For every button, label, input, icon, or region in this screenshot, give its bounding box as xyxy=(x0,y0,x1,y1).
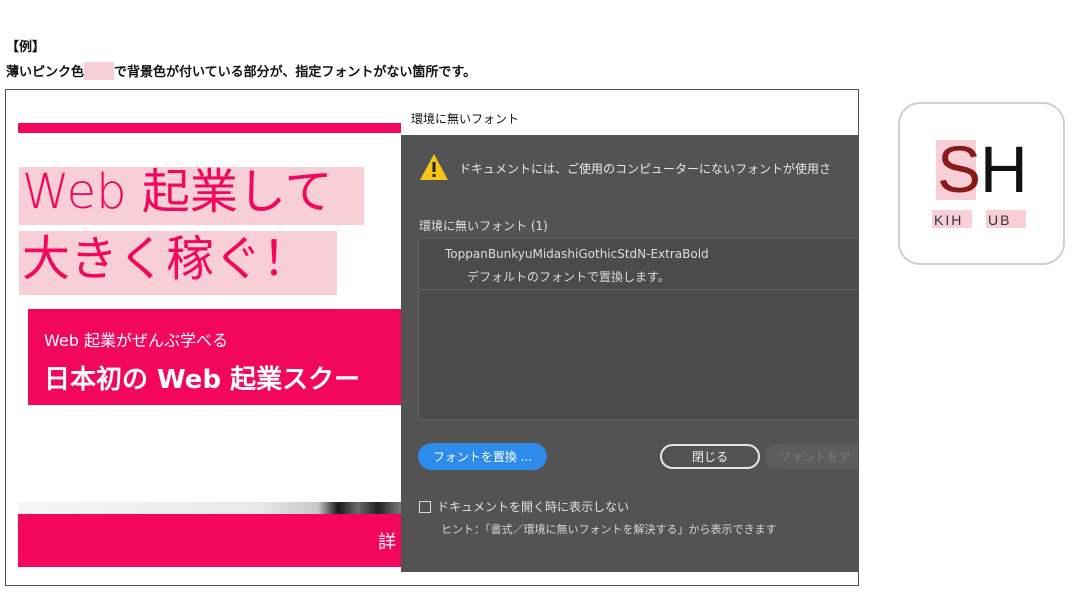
cta-banner: 詳 xyxy=(18,514,418,567)
list-divider xyxy=(419,289,858,290)
warning-message: ドキュメントには、ご使用のコンピューターにないフォントが使用さ xyxy=(459,162,832,176)
missing-fonts-list[interactable]: ToppanBunkyuMidashiGothicStdN-ExtraBold … xyxy=(418,238,858,420)
dialog-title: 環境に無いフォント xyxy=(411,112,520,126)
promo-subtitle: Web 起業がぜんぶ学べる xyxy=(44,331,228,350)
replace-fonts-button[interactable]: フォントを置換 ... xyxy=(418,443,547,470)
cta-label: 詳 xyxy=(378,532,396,553)
warning-icon xyxy=(420,154,448,180)
promo-band: Web 起業がぜんぶ学べる 日本初の Web 起業スクー xyxy=(28,309,428,405)
pink-top-bar xyxy=(18,123,418,133)
missing-fonts-heading: 環境に無いフォント (1) xyxy=(419,219,548,233)
sh-sub-right: UB xyxy=(988,212,1012,228)
pink-swatch xyxy=(84,61,115,80)
missing-fonts-dialog: 環境に無いフォント ドキュメントには、ご使用のコンピューターにないフォントが使用… xyxy=(401,100,858,572)
explanation-text-before: 薄いピンク色 xyxy=(6,65,85,80)
dont-show-label[interactable]: ドキュメントを開く時に表示しない xyxy=(437,498,629,515)
sh-app-icon: S H KIH UB xyxy=(898,102,1065,265)
replacement-note: デフォルトのフォントで置換します。 xyxy=(467,270,670,284)
activate-fonts-button[interactable]: フォントをア xyxy=(765,444,858,469)
close-button[interactable]: 閉じる xyxy=(660,444,760,469)
headline-line1: Web 起業して xyxy=(22,164,333,220)
sh-letter-h: H xyxy=(980,132,1028,206)
sh-sub-left: KIH xyxy=(934,212,964,228)
explanation-text-after: で背景色が付いている部分が、指定フォントがない箇所です。 xyxy=(114,65,477,80)
photo-strip xyxy=(18,502,418,514)
headline-line2: 大きく稼ぐ！ xyxy=(22,231,311,287)
dont-show-checkbox-row[interactable]: ドキュメントを開く時に表示しない xyxy=(419,498,629,515)
missing-font-name[interactable]: ToppanBunkyuMidashiGothicStdN-ExtraBold xyxy=(445,247,709,261)
dont-show-checkbox[interactable] xyxy=(419,500,431,513)
sh-letter-s: S xyxy=(937,132,982,206)
explanation-text: 薄いピンク色 で背景色が付いている部分が、指定フォントがない箇所です。 xyxy=(6,61,476,80)
hint-text: ヒント：「書式／環境に無いフォントを解決する」から表示できます xyxy=(441,523,777,536)
promo-title: 日本初の Web 起業スクー xyxy=(44,365,361,395)
example-label: 【例】 xyxy=(6,40,46,55)
dialog-titlebar[interactable]: 環境に無いフォント xyxy=(401,100,858,135)
